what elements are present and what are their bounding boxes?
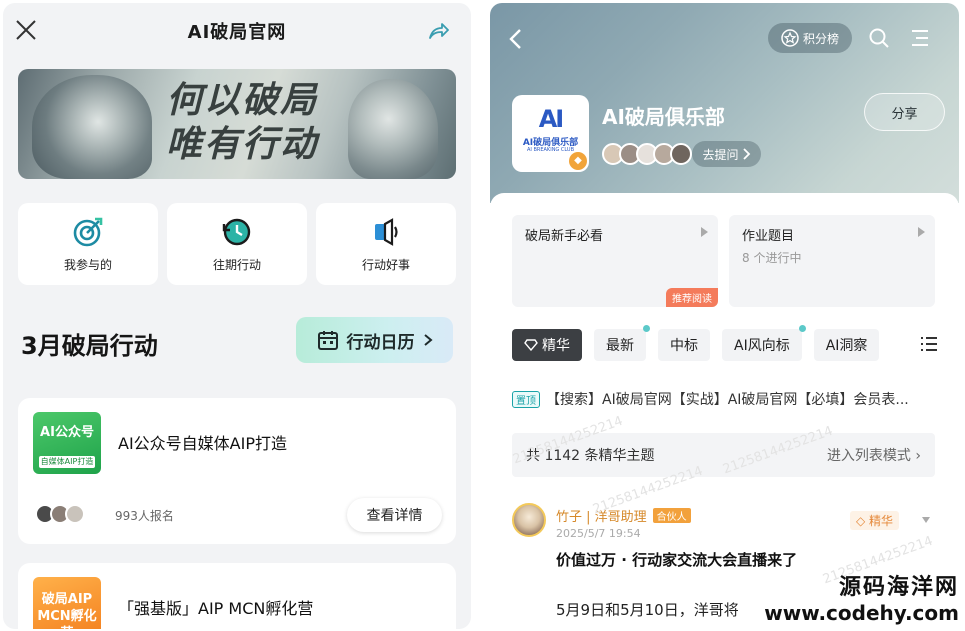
share-icon[interactable] — [427, 20, 449, 42]
panel-title: 作业题目 — [742, 229, 795, 244]
card-thumbnail: AI公众号 自媒体AIP打造 — [33, 412, 101, 474]
tab-ai-trend[interactable]: AI风向标 — [722, 325, 806, 361]
ask-question-button[interactable]: 去提问 — [692, 141, 761, 167]
banner-slogan: 何以破局 唯有行动 — [166, 80, 319, 165]
unread-dot — [643, 325, 650, 332]
history-clock-icon — [222, 218, 251, 245]
post-menu-icon[interactable] — [922, 517, 930, 523]
thumb-title: AI公众号 — [40, 425, 94, 440]
recommend-tag: 推荐阅读 — [666, 288, 718, 307]
section-title: 3月破局行动 — [21, 332, 158, 360]
play-arrow-icon — [701, 227, 708, 237]
thumb-subtitle: 自媒体AIP打造 — [39, 456, 95, 468]
tile-good-news[interactable]: 行动好事 — [316, 203, 456, 285]
pinned-text: 【搜索】AI破局官网【实战】AI破局官网【必填】会员表... — [546, 392, 909, 408]
action-calendar-button[interactable]: 行动日历 — [296, 317, 453, 363]
essence-badge: ◇ 精华 — [850, 511, 900, 530]
post-body[interactable]: 5月9日和5月10日，洋哥将 — [556, 599, 739, 620]
member-avatars[interactable] — [602, 143, 692, 165]
share-button[interactable]: 分享 — [864, 93, 945, 131]
right-screen: 积分榜 AI AI破局俱乐部 AI BREAKING CLUB ◆ AI破局俱乐… — [490, 3, 959, 629]
panel-title: 破局新手必看 — [525, 229, 604, 244]
leaderboard-label: 积分榜 — [802, 31, 839, 46]
avatar — [670, 143, 692, 165]
back-icon[interactable] — [506, 27, 526, 51]
participant-avatars — [35, 504, 85, 524]
search-icon[interactable] — [868, 27, 890, 49]
tile-label: 我参与的 — [63, 257, 112, 272]
post-title[interactable]: 价值过万 · 行动家交流大会直播来了 — [556, 549, 797, 570]
card-title: 「强基版」AIP MCN孵化营 — [118, 599, 314, 618]
unread-dot — [798, 325, 806, 332]
close-icon[interactable] — [13, 17, 39, 43]
tab-label: AI洞察 — [825, 338, 868, 354]
thumb-title: 破局AIP MCN孵化营 — [37, 592, 97, 629]
watermark-line: 源码海洋网 — [838, 575, 959, 600]
avatar — [65, 504, 85, 524]
list-mode-link[interactable]: 进入列表模式 › — [827, 445, 921, 465]
site-watermark: 源码海洋网 www.codehy.com — [764, 569, 959, 625]
pinned-badge: 置顶 — [512, 390, 540, 408]
tab-essence[interactable]: 精华 — [512, 329, 582, 361]
card-title: AI公众号自媒体AIP打造 — [118, 434, 287, 453]
tab-label: 精华 — [542, 338, 570, 354]
signup-count: 993人报名 — [115, 509, 174, 523]
left-header: AI破局官网 — [3, 3, 471, 58]
play-arrow-icon — [918, 227, 925, 237]
star-icon — [781, 29, 799, 47]
action-card[interactable]: 破局AIP MCN孵化营 「强基版」AIP MCN孵化营 — [18, 563, 456, 629]
view-details-button[interactable]: 查看详情 — [347, 498, 442, 532]
card-thumbnail: 破局AIP MCN孵化营 — [33, 577, 101, 629]
pinned-topic[interactable]: 置顶 【搜索】AI破局官网【实战】AI破局官网【必填】会员表... — [512, 389, 942, 409]
tile-my-participation[interactable]: 我参与的 — [18, 203, 158, 285]
essence-count-bar[interactable]: 共 1142 条精华主题 进入列表模式 › — [512, 433, 935, 477]
newbie-guide-panel[interactable]: 破局新手必看 推荐阅读 — [512, 215, 718, 307]
menu-icon[interactable] — [910, 27, 930, 49]
speaker-icon — [375, 217, 398, 246]
author-avatar[interactable] — [512, 503, 546, 537]
page-title: AI破局官网 — [187, 21, 287, 43]
chevron-right-icon — [423, 334, 433, 346]
list-mode-label: 进入列表模式 — [826, 448, 911, 464]
topic-tabs: 精华 最新 中标 AI风向标 AI洞察 — [512, 325, 880, 361]
tab-label: 最新 — [606, 338, 634, 354]
essence-label: 精华 — [869, 514, 894, 528]
watermark-line: www.codehy.com — [764, 601, 959, 625]
quick-actions: 我参与的 往期行动 行动好事 — [18, 203, 456, 285]
topic-count: 共 1142 条精华主题 — [526, 448, 655, 464]
post-time: 2025/5/7 19:54 — [556, 527, 641, 540]
left-screen: AI破局官网 何以破局 唯有行动 我参与的 往期行动 行动好事 3月破局行动 行… — [3, 3, 471, 629]
tab-label: 中标 — [670, 338, 698, 354]
target-icon — [73, 217, 103, 246]
post-author[interactable]: 竹子 | 洋哥助理 合伙人 — [556, 506, 691, 525]
tab-latest[interactable]: 最新 — [594, 325, 650, 361]
club-logo: AI AI破局俱乐部 AI BREAKING CLUB ◆ — [512, 95, 589, 172]
club-header: 积分榜 AI AI破局俱乐部 AI BREAKING CLUB ◆ AI破局俱乐… — [490, 3, 959, 203]
role-badge: 合伙人 — [652, 508, 691, 523]
panel-subtitle: 8 个进行中 — [742, 251, 802, 265]
robot-image — [32, 75, 152, 179]
calendar-icon — [317, 331, 338, 350]
author-name: 竹子 | 洋哥助理 — [556, 510, 647, 525]
logo-mark: AI — [538, 105, 565, 133]
tab-winning-bid[interactable]: 中标 — [658, 329, 710, 361]
tab-ai-insight[interactable]: AI洞察 — [813, 329, 880, 361]
club-content: 破局新手必看 推荐阅读 作业题目 8 个进行中 精华 最新 中标 AI风向标 A… — [490, 193, 959, 629]
action-card[interactable]: AI公众号 自媒体AIP打造 AI公众号自媒体AIP打造 993人报名 查看详情 — [18, 398, 456, 544]
chevron-right-icon — [742, 148, 750, 160]
list-icon[interactable] — [920, 335, 938, 353]
ask-label: 去提问 — [702, 147, 739, 162]
diamond-badge-icon: ◆ — [569, 152, 587, 170]
robot-image — [348, 79, 438, 179]
leaderboard-button[interactable]: 积分榜 — [768, 23, 852, 53]
club-name: AI破局俱乐部 — [602, 105, 725, 129]
tab-label: AI风向标 — [734, 338, 790, 354]
tile-label: 往期行动 — [212, 257, 261, 272]
diamond-icon — [524, 339, 538, 351]
homework-panel[interactable]: 作业题目 8 个进行中 — [729, 215, 935, 307]
tile-label: 行动好事 — [361, 257, 410, 272]
calendar-label: 行动日历 — [346, 332, 415, 353]
tile-past-actions[interactable]: 往期行动 — [167, 203, 307, 285]
hero-banner[interactable]: 何以破局 唯有行动 — [18, 69, 456, 179]
